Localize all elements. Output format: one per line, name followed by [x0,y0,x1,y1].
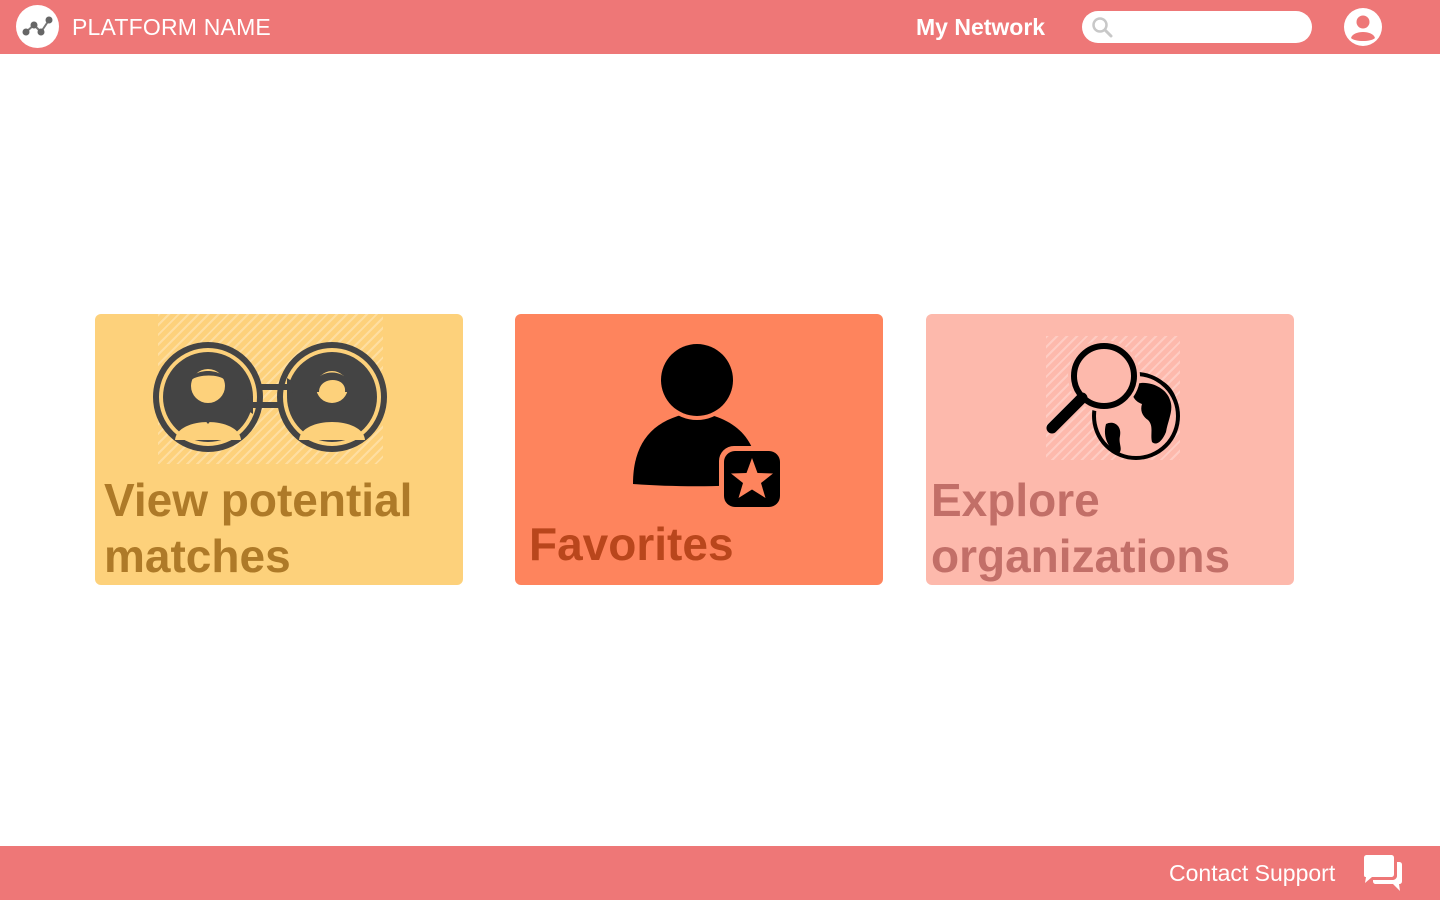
platform-logo[interactable] [16,5,59,48]
search-box[interactable] [1082,11,1312,43]
card-label-explore: Explore organizations [931,474,1231,582]
chat-bubbles-icon[interactable] [1362,854,1404,892]
favorites-card[interactable]: Favorites [515,314,883,585]
network-graph-icon [22,16,53,36]
user-avatar-icon[interactable] [1343,7,1383,47]
contact-support-link[interactable]: Contact Support [1169,859,1335,887]
search-icon [1092,17,1113,38]
magnifier-globe-icon [1046,340,1180,460]
view-potential-matches-card[interactable]: View potential matches [95,314,463,585]
footer-bar: Contact Support [0,846,1440,900]
card-label-favorites: Favorites [529,518,734,570]
platform-name: PLATFORM NAME [72,14,271,40]
card-label-matches: View potential matches [104,474,413,582]
explore-organizations-card[interactable]: Explore organizations [926,314,1294,585]
top-navigation-bar: PLATFORM NAME My Network [0,0,1440,54]
people-exchange-icon [153,342,387,452]
nav-my-network-link[interactable]: My Network [916,13,1045,41]
person-star-icon [633,342,785,510]
search-input[interactable] [1118,11,1304,43]
